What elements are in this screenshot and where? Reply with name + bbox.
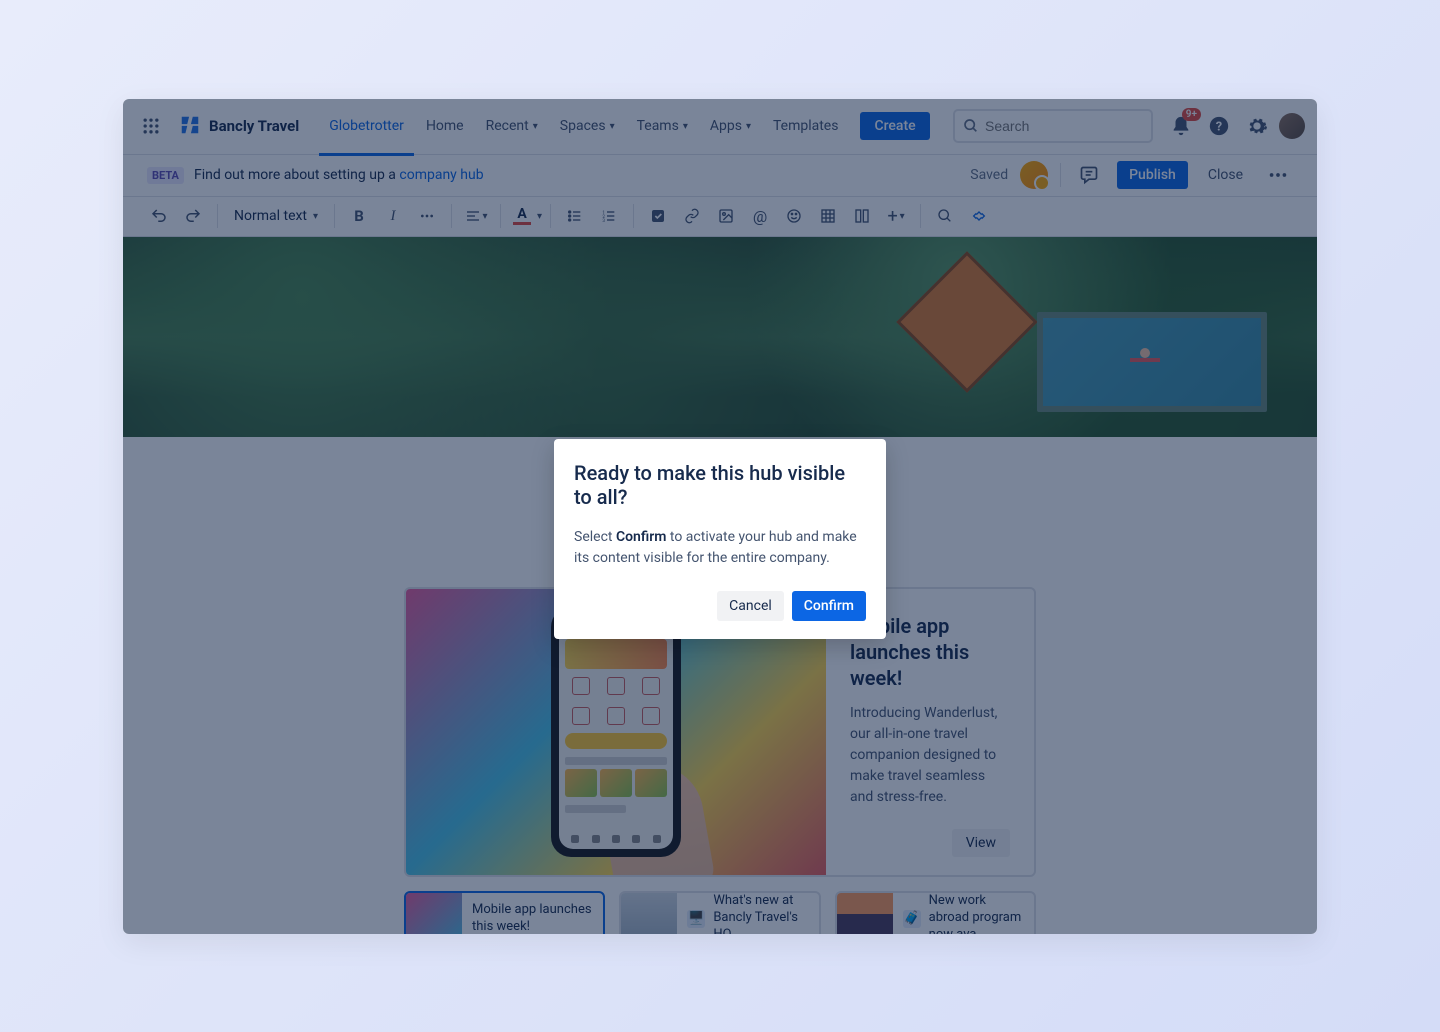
modal-body: Select Confirm to activate your hub and …: [574, 527, 866, 569]
cancel-button[interactable]: Cancel: [717, 591, 784, 621]
app-window: Bancly Travel Globetrotter Home Recent▾ …: [123, 99, 1317, 934]
confirm-button[interactable]: Confirm: [792, 591, 866, 621]
modal-overlay[interactable]: Ready to make this hub visible to all? S…: [123, 99, 1317, 934]
modal-title: Ready to make this hub visible to all?: [574, 461, 866, 509]
confirm-modal: Ready to make this hub visible to all? S…: [554, 439, 886, 639]
